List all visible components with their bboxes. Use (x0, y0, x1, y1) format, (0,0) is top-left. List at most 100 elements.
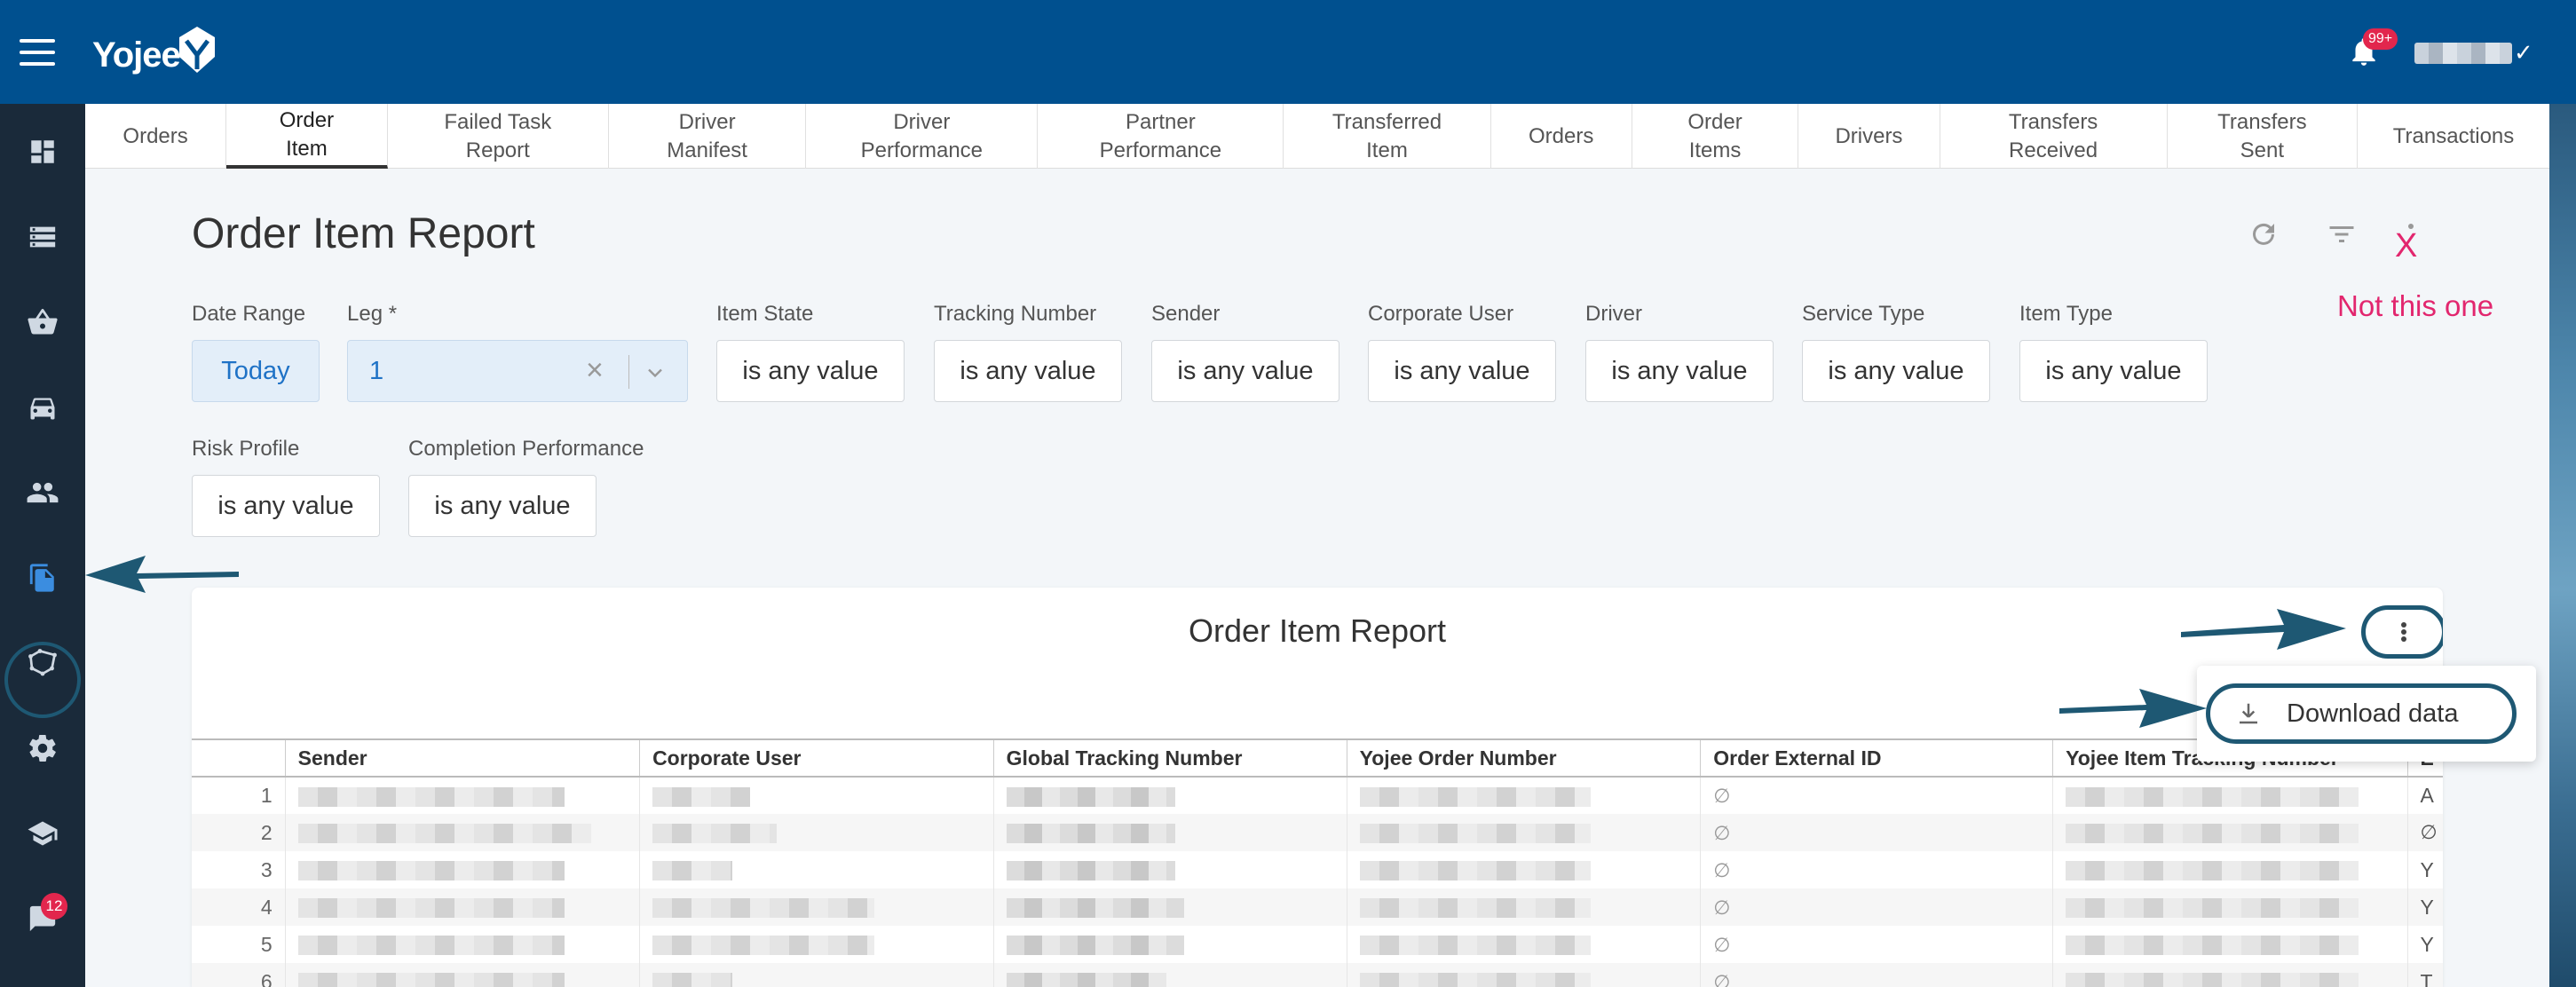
corporate-user-filter[interactable]: is any value (1368, 340, 1556, 402)
item-tracking-cell (2052, 851, 2408, 888)
annotation-arrow-left (85, 556, 239, 593)
table-row[interactable]: 5 ∅ Y (192, 926, 2443, 963)
tracking-number-filter[interactable]: is any value (934, 340, 1122, 402)
school-cap-icon[interactable] (21, 812, 64, 855)
desktop-background (2549, 104, 2576, 987)
corporate-user-cell (639, 963, 994, 987)
order-number-cell (1346, 926, 1701, 963)
corporate-user-cell (639, 851, 994, 888)
basket-icon[interactable] (21, 301, 64, 343)
tab-orders-2[interactable]: Orders (1491, 104, 1632, 169)
chat-badge: 12 (41, 893, 67, 920)
external-id-cell: ∅ (1700, 888, 2053, 926)
driver-filter[interactable]: is any value (1585, 340, 1774, 402)
column-header[interactable]: Sender (284, 738, 640, 778)
global-tracking-cell (992, 814, 1347, 851)
hamburger-menu-icon[interactable] (20, 39, 55, 66)
order-number-cell (1346, 777, 1701, 814)
tab-transfers-received[interactable]: Transfers Received (1940, 104, 2168, 169)
user-name[interactable] (2414, 43, 2512, 64)
table-row[interactable]: 6 ∅ T (192, 963, 2443, 987)
sender-cell (284, 851, 640, 888)
tab-transfers-sent[interactable]: Transfers Sent (2168, 104, 2359, 169)
date-range-label: Date Range (192, 302, 306, 326)
map-zone-icon[interactable] (21, 642, 64, 684)
item-state-filter[interactable]: is any value (716, 340, 905, 402)
table-row[interactable]: 1 ∅ A (192, 777, 2443, 814)
sender-filter[interactable]: is any value (1151, 340, 1339, 402)
sender-cell (284, 777, 640, 814)
global-tracking-cell (992, 926, 1347, 963)
row-number-header (192, 738, 286, 778)
service-type-label: Service Type (1802, 302, 1925, 326)
notification-badge: 99+ (2363, 28, 2398, 50)
user-menu-chevron-icon[interactable]: ✓ (2514, 39, 2533, 67)
external-id-cell: ∅ (1700, 851, 2053, 888)
people-icon[interactable] (21, 471, 64, 514)
table-row[interactable]: 4 ∅ Y (192, 888, 2443, 926)
risk-profile-filter[interactable]: is any value (192, 475, 380, 537)
refresh-icon[interactable] (2248, 218, 2280, 250)
dashboard-icon[interactable] (21, 130, 64, 173)
order-number-cell (1346, 814, 1701, 851)
tab-failed-task-report[interactable]: Failed Task Report (388, 104, 609, 169)
truncated-cell: T (2406, 963, 2443, 987)
truncated-cell: Y (2406, 926, 2443, 963)
external-id-cell: ∅ (1700, 963, 2053, 987)
global-tracking-cell (992, 777, 1347, 814)
report-options-menu: Download data (2197, 666, 2536, 762)
storage-icon[interactable] (21, 216, 64, 258)
item-tracking-cell (2052, 963, 2408, 987)
tab-orders[interactable]: Orders (85, 104, 227, 169)
order-number-cell (1346, 963, 1701, 987)
item-tracking-cell (2052, 814, 2408, 851)
external-id-cell: ∅ (1700, 814, 2053, 851)
global-tracking-cell (992, 888, 1347, 926)
leg-value: 1 (369, 356, 384, 385)
clear-leg-icon[interactable]: × (586, 353, 604, 388)
report-card: Order Item Report Sender Corporate User … (192, 588, 2443, 987)
item-type-filter[interactable]: is any value (2019, 340, 2208, 402)
report-title: Order Item Report (1188, 612, 1447, 649)
column-header[interactable]: Yojee Order Number (1346, 738, 1701, 778)
sidebar: 12 (0, 104, 85, 987)
tab-order-item[interactable]: Order Item (226, 104, 388, 169)
global-tracking-cell (992, 851, 1347, 888)
report-table: Sender Corporate User Global Tracking Nu… (192, 738, 2443, 987)
column-header[interactable]: Order External ID (1700, 738, 2053, 778)
settings-gear-icon[interactable] (21, 727, 64, 770)
date-range-filter[interactable]: Today (192, 340, 320, 402)
leg-select[interactable]: 1 × (347, 340, 688, 402)
report-menu-button[interactable] (2361, 605, 2443, 659)
service-type-filter[interactable]: is any value (1802, 340, 1990, 402)
order-number-cell (1346, 851, 1701, 888)
row-number: 1 (260, 784, 273, 807)
item-tracking-cell (2052, 926, 2408, 963)
global-tracking-cell (992, 963, 1347, 987)
sender-cell (284, 926, 640, 963)
tab-transferred-item[interactable]: Transferred Item (1284, 104, 1491, 169)
column-header[interactable]: Corporate User (639, 738, 994, 778)
tab-order-items[interactable]: Order Items (1632, 104, 1799, 169)
risk-profile-label: Risk Profile (192, 437, 300, 461)
reports-icon[interactable] (21, 557, 64, 599)
annotation-note: Not this one (2337, 289, 2494, 322)
tab-partner-performance[interactable]: Partner Performance (1038, 104, 1284, 169)
tab-transactions[interactable]: Transactions (2358, 104, 2549, 169)
annotation-arrow-download (2059, 689, 2207, 728)
corporate-user-label: Corporate User (1368, 302, 1514, 326)
app-logo[interactable]: Yojee (92, 36, 181, 75)
filter-icon[interactable] (2326, 218, 2358, 250)
tab-driver-performance[interactable]: Driver Performance (806, 104, 1039, 169)
tab-driver-manifest[interactable]: Driver Manifest (609, 104, 807, 169)
tab-drivers[interactable]: Drivers (1798, 104, 1940, 169)
row-number: 2 (192, 814, 286, 851)
table-row[interactable]: 3 ∅ Y (192, 851, 2443, 888)
chevron-down-icon[interactable] (643, 360, 668, 385)
external-id-cell: ∅ (1700, 777, 2053, 814)
column-header[interactable]: Global Tracking Number (992, 738, 1347, 778)
table-row[interactable]: 2 ∅ ∅ (192, 814, 2443, 851)
car-icon[interactable] (21, 386, 64, 429)
download-data-menu-item[interactable]: Download data (2206, 683, 2517, 744)
completion-performance-filter[interactable]: is any value (408, 475, 597, 537)
